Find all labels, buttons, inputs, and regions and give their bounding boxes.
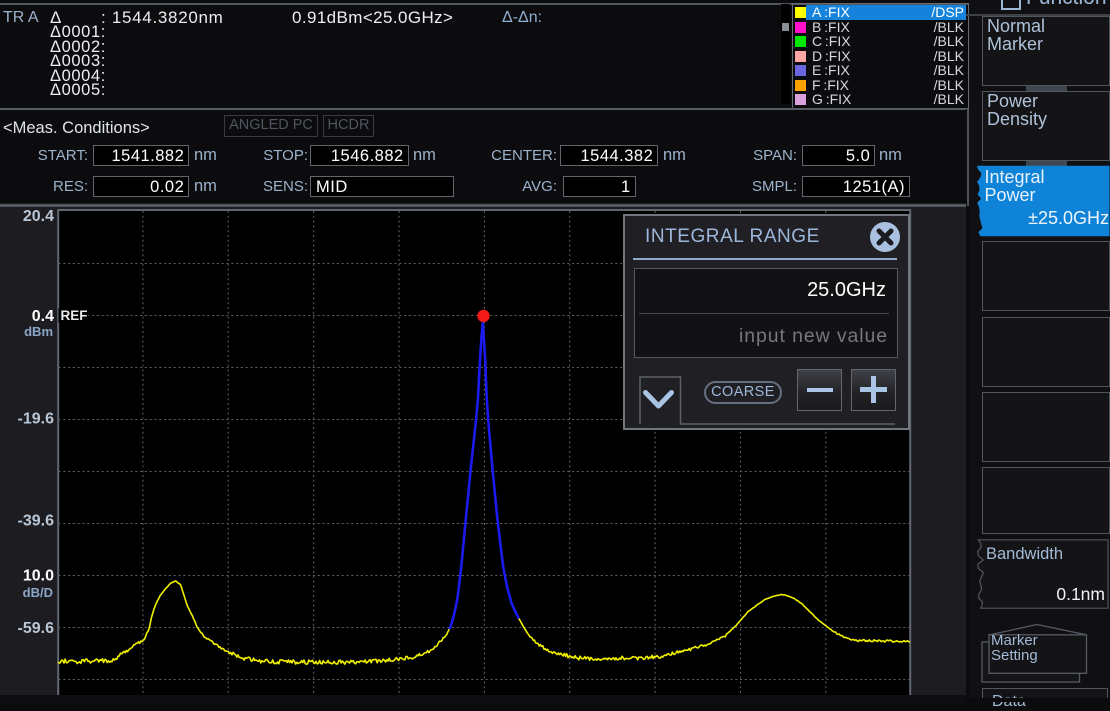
svg-text:20.4: 20.4 (23, 208, 54, 225)
svg-text:-59.6: -59.6 (18, 620, 55, 637)
svg-text:10.0: 10.0 (23, 568, 54, 585)
svg-text:dBm: dBm (24, 324, 53, 339)
svg-text:-19.6: -19.6 (18, 411, 55, 428)
svg-text:REF: REF (61, 308, 88, 323)
svg-text:dB/D: dB/D (23, 585, 53, 600)
svg-text:0.4: 0.4 (32, 308, 54, 325)
svg-text:-39.6: -39.6 (18, 513, 55, 530)
